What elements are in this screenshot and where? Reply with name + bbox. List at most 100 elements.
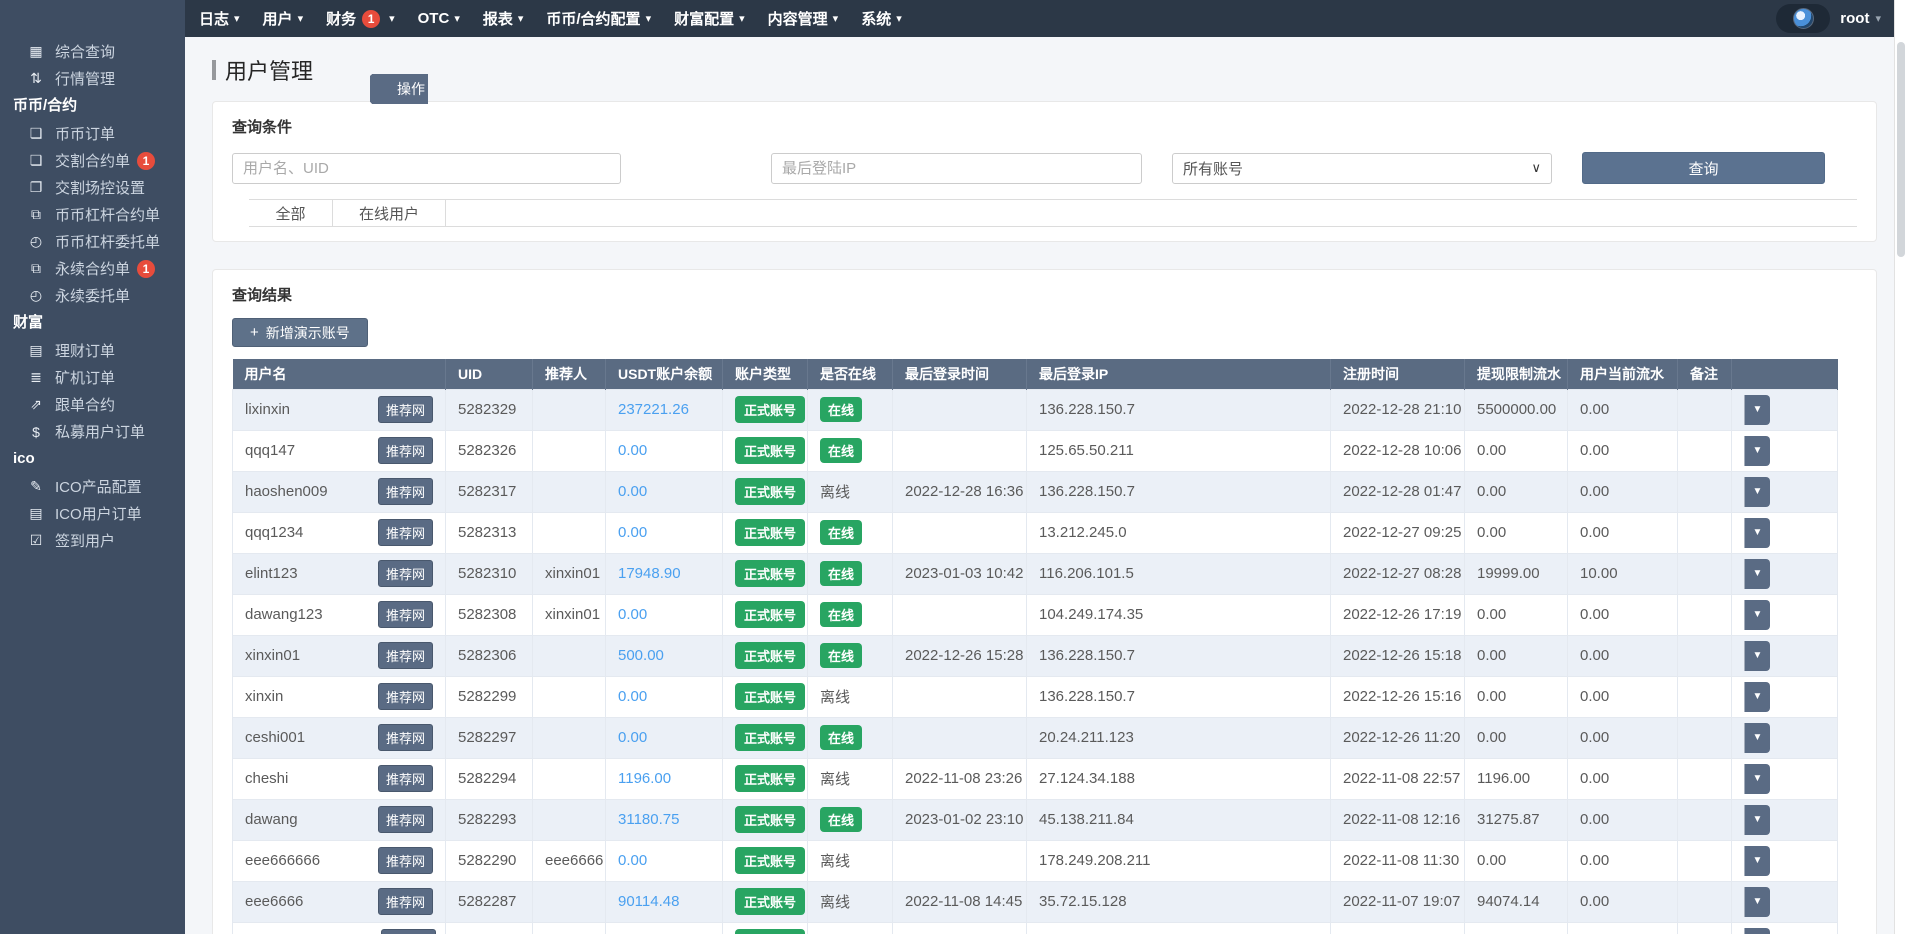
sidebar-item-3-0[interactable]: ✎ICO产品配置 [0,473,185,500]
nav-item-5[interactable]: 币币/合约配置▾ [546,8,651,29]
balance-link[interactable]: 0.00 [618,442,647,459]
action-dropdown-button[interactable]: ▼ [1744,723,1770,753]
referral-network-button[interactable]: 推荐网 [378,765,433,792]
action-dropdown-button[interactable]: ▼ [1744,395,1770,425]
referral-network-button[interactable]: 推荐网 [378,888,433,915]
sidebar-item-1-0[interactable]: ❏币币订单 [0,120,185,147]
sidebar-item-1-1[interactable]: ❏交割合约单1 [0,147,185,174]
action-dropdown-button[interactable]: ▼ [1744,887,1770,917]
table-header-row: 用户名UID推荐人USDT账户余额账户类型是否在线最后登录时间最后登录IP注册时… [233,359,1838,389]
cell-actions: 操作▼ [1732,389,1838,430]
avatar-pill[interactable] [1776,4,1830,33]
sidebar-item-0-1[interactable]: ⇅行情管理 [0,65,185,92]
offline-text: 离线 [820,771,850,788]
nav-item-8[interactable]: 系统▾ [861,8,902,29]
nav-item-2[interactable]: 财务1▾ [326,8,395,29]
balance-link[interactable]: 0.00 [618,729,647,746]
action-dropdown-button[interactable]: ▼ [1744,764,1770,794]
sidebar-item-label: 永续合约单 [55,258,130,279]
nav-item-6[interactable]: 财富配置▾ [674,8,745,29]
referral-network-button[interactable]: 推荐网 [378,806,433,833]
sidebar-item-3-2[interactable]: ☑签到用户 [0,527,185,554]
sidebar-item-label: ICO用户订单 [55,503,142,524]
cell-balance: 0.00 [606,471,723,512]
nav-item-1[interactable]: 用户▾ [263,8,304,29]
balance-link[interactable]: 0.00 [618,606,647,623]
action-dropdown-button[interactable]: ▼ [1744,477,1770,507]
cell-online-status: 离线 [808,840,893,881]
nav-item-0[interactable]: 日志▾ [199,8,240,29]
referral-network-button[interactable]: 推荐网 [378,601,433,628]
scrollbar-thumb[interactable] [1897,42,1905,257]
balance-link[interactable]: 237221.26 [618,401,689,418]
balance-link[interactable]: 0.00 [618,688,647,705]
ico-order-icon: ▤ [26,505,46,522]
finance-order-icon: ▤ [26,342,46,359]
nav-item-7[interactable]: 内容管理▾ [768,8,839,29]
sidebar-item-2-2[interactable]: ⇗跟单合约 [0,391,185,418]
search-button[interactable]: 查询 [1582,152,1825,184]
copy-trade-icon: ⇗ [26,396,46,413]
tab-all[interactable]: 全部 [249,200,333,226]
action-dropdown-button[interactable]: ▼ [1744,846,1770,876]
balance-link[interactable]: 1196.00 [618,770,671,787]
table-row: eee666666推荐网5282290eee66660.00正式账号离线178.… [233,840,1838,881]
referral-network-button[interactable]: 推荐网 [378,437,433,464]
cell-uid: 5282284 [446,922,533,934]
referral-network-button[interactable]: 推荐网 [378,519,433,546]
balance-link[interactable]: 31180.75 [618,811,679,828]
cell-balance: 0.00 [606,594,723,635]
referral-network-button[interactable]: 推荐网 [378,847,433,874]
grid-icon: ▦ [26,43,46,60]
chevron-down-icon: ▾ [833,12,839,25]
balance-link[interactable]: 0.00 [618,524,647,541]
referral-network-button[interactable]: 推荐网 [378,478,433,505]
referral-network-button[interactable]: 推荐网 [378,724,433,751]
sidebar-item-1-2[interactable]: ❐交割场控设置 [0,174,185,201]
sidebar-item-3-1[interactable]: ▤ ICO用户订单 [0,500,185,527]
sidebar-item-1-5[interactable]: ⧉永续合约单1 [0,255,185,282]
referral-network-button[interactable]: 推荐网 [378,642,433,669]
nav-item-4[interactable]: 报表▾ [483,8,524,29]
action-dropdown-button[interactable]: ▼ [1744,805,1770,835]
referral-network-button[interactable]: 推荐网 [381,929,436,934]
balance-link[interactable]: 17948.90 [618,565,681,582]
balance-link[interactable]: 0.00 [618,852,647,869]
referral-network-button[interactable]: 推荐网 [378,683,433,710]
action-dropdown-button[interactable]: ▼ [1744,928,1770,934]
tab-online-users[interactable]: 在线用户 [333,200,446,226]
sidebar-item-2-1[interactable]: ≣矿机订单 [0,364,185,391]
balance-link[interactable]: 90114.48 [618,893,679,910]
sidebar-item-1-3[interactable]: ⧉币币杠杆合约单 [0,201,185,228]
nav-item-3[interactable]: OTC▾ [418,10,460,27]
username-text: lixinxin [245,401,290,418]
add-demo-account-button[interactable]: + 新增演示账号 [232,318,368,347]
sidebar-item-1-4[interactable]: ◴币币杠杆委托单 [0,228,185,255]
account-type-select[interactable]: 所有账号 ∨ [1172,153,1552,184]
account-type-badge: 正式账号 [735,560,805,587]
cell-account-type: 正式账号 [723,799,808,840]
cell-online-status: 在线 [808,430,893,471]
action-dropdown-button[interactable]: ▼ [1744,600,1770,630]
market-chart-icon: ⇅ [26,70,46,87]
action-dropdown-button[interactable]: ▼ [1744,559,1770,589]
cell-current-flow: 0.00 [1568,676,1678,717]
referral-network-button[interactable]: 推荐网 [378,560,433,587]
action-dropdown-button[interactable]: ▼ [1744,682,1770,712]
keyword-input[interactable] [232,153,621,184]
sidebar-item-2-3[interactable]: $私募用户订单 [0,418,185,445]
sidebar-item-2-0[interactable]: ▤理财订单 [0,337,185,364]
sidebar-item-1-6[interactable]: ◴永续委托单 [0,282,185,309]
cell-current-flow: 10.00 [1568,553,1678,594]
balance-link[interactable]: 500.00 [618,647,664,664]
sidebar-item-0-0[interactable]: ▦综合查询 [0,38,185,65]
action-dropdown-button[interactable]: ▼ [1744,641,1770,671]
cell-actions: 操作▼ [1732,758,1838,799]
user-menu[interactable]: root ▾ [1840,10,1881,27]
referral-network-button[interactable]: 推荐网 [378,396,433,423]
scrollbar-track[interactable] [1894,0,1907,934]
action-dropdown-button[interactable]: ▼ [1744,436,1770,466]
action-dropdown-button[interactable]: ▼ [1744,518,1770,548]
balance-link[interactable]: 0.00 [618,483,647,500]
last-login-ip-input[interactable] [771,153,1142,184]
